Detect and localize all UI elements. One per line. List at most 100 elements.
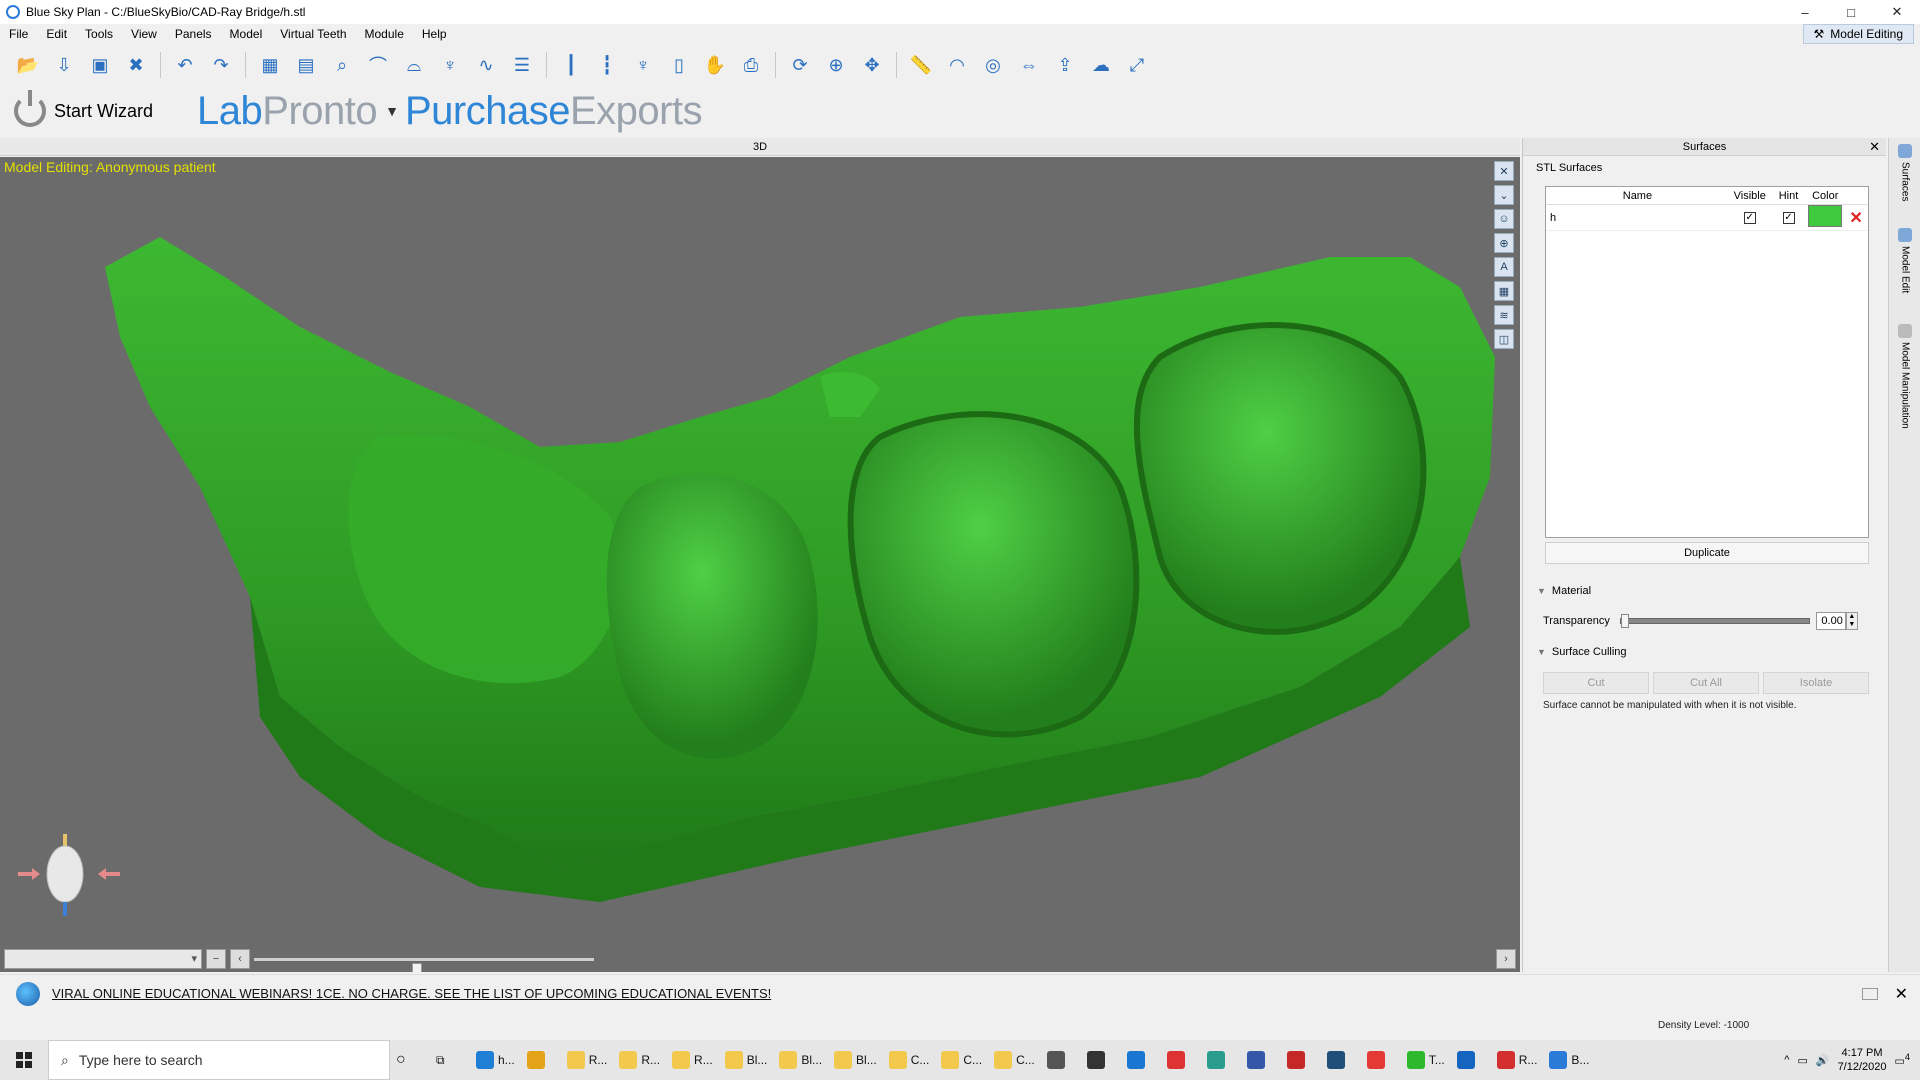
annotation-icon[interactable]: A [1494, 257, 1514, 277]
tooth-model-icon[interactable]: ♆ [627, 49, 659, 81]
taskbar-app-5[interactable]: Bl... [719, 1040, 774, 1080]
export-icon[interactable]: ⎙ [735, 49, 767, 81]
transparency-input[interactable]: 0.00 [1815, 612, 1846, 630]
undo-icon[interactable]: ↶ [169, 49, 201, 81]
taskbar-app-6[interactable]: Bl... [773, 1040, 828, 1080]
start-button[interactable] [0, 1040, 48, 1080]
face-view-icon[interactable]: ☺ [1494, 209, 1514, 229]
purchase-exports-logo[interactable]: PurchaseExports [405, 89, 703, 134]
upload-cloud-icon[interactable]: ⇪ [1049, 49, 1081, 81]
menu-help[interactable]: Help [413, 27, 456, 41]
notifications-icon[interactable]: ▭4 [1895, 1052, 1911, 1068]
grid-toggle-icon[interactable]: ▦ [1494, 281, 1514, 301]
taskbar-app-2[interactable]: R... [561, 1040, 614, 1080]
taskbar-app-14[interactable] [1161, 1040, 1201, 1080]
tray-chevron-icon[interactable]: ^ [1784, 1054, 1789, 1066]
task-view-icon[interactable]: ⧉ [430, 1040, 470, 1080]
menu-virtual-teeth[interactable]: Virtual Teeth [271, 27, 355, 41]
arch-icon[interactable]: ⌓ [398, 49, 430, 81]
transparency-slider-thumb[interactable] [1620, 614, 1629, 628]
news-link[interactable]: VIRAL ONLINE EDUCATIONAL WEBINARS! 1CE. … [52, 986, 771, 1001]
taskbar-app-22[interactable]: R... [1491, 1040, 1544, 1080]
collapse-triangle-icon[interactable]: ▼ [1537, 647, 1546, 657]
taskbar-app-3[interactable]: R... [613, 1040, 666, 1080]
screenshot-icon[interactable]: ◫ [1494, 329, 1514, 349]
taskbar-app-9[interactable]: C... [935, 1040, 988, 1080]
3d-viewport[interactable]: Model Editing: Anonymous patient ✕ ⌄ ☺ ⊕… [0, 157, 1520, 972]
save-icon[interactable]: ▣ [84, 49, 116, 81]
tab-model-edit[interactable]: Model Edit [1893, 228, 1917, 293]
delete-surface-icon[interactable]: ✕ [1849, 210, 1862, 227]
hint-checkbox[interactable]: ✓ [1782, 212, 1795, 224]
minus-button[interactable]: − [206, 949, 226, 969]
taskbar-app-0[interactable]: h... [470, 1040, 521, 1080]
color-swatch[interactable] [1808, 205, 1843, 227]
material-section[interactable]: ▼ Material [1537, 585, 1877, 597]
taskbar-app-13[interactable] [1121, 1040, 1161, 1080]
taskbar-app-19[interactable] [1361, 1040, 1401, 1080]
implant-2-icon[interactable]: ┇ [591, 49, 623, 81]
isolate-button[interactable]: Isolate [1763, 672, 1869, 694]
labpronto-dropdown-icon[interactable]: ▼ [385, 103, 399, 119]
curve-icon[interactable]: ⌒ [362, 49, 394, 81]
slice-slider-track[interactable] [254, 958, 594, 972]
taskbar-app-21[interactable] [1451, 1040, 1491, 1080]
crosshair-icon[interactable]: ⊕ [1494, 233, 1514, 253]
bottom-view-icon[interactable]: ⌄ [1494, 185, 1514, 205]
menu-module[interactable]: Module [356, 27, 413, 41]
rotate-icon[interactable]: ⟳ [784, 49, 816, 81]
grid-icon[interactable]: ▦ [254, 49, 286, 81]
scroll-left-button[interactable]: ‹ [230, 949, 250, 969]
taskbar-app-1[interactable] [521, 1040, 561, 1080]
cortana-icon[interactable]: ○ [390, 1040, 430, 1080]
ruler-icon[interactable]: 📏 [905, 49, 937, 81]
pan-icon[interactable]: ✥ [856, 49, 888, 81]
taskbar-app-23[interactable]: B... [1543, 1040, 1595, 1080]
layer-icon[interactable]: ≋ [1494, 305, 1514, 325]
cloud-icon[interactable]: ☁ [1085, 49, 1117, 81]
menu-tools[interactable]: Tools [76, 27, 122, 41]
zoom-search-icon[interactable]: ⌕ [326, 49, 358, 81]
hands-icon[interactable]: ✋ [699, 49, 731, 81]
start-wizard-button[interactable]: Start Wizard [14, 90, 153, 131]
open-icon[interactable]: 📂 [12, 49, 44, 81]
clock[interactable]: 4:17 PM 7/12/2020 [1838, 1046, 1887, 1074]
taskbar-app-16[interactable] [1241, 1040, 1281, 1080]
slice-slider-thumb[interactable] [412, 963, 423, 972]
mail-icon[interactable] [1862, 987, 1878, 1000]
close-button[interactable]: ✕ [1874, 0, 1920, 24]
network-icon[interactable]: ▭ [1797, 1054, 1807, 1067]
redo-icon[interactable]: ↷ [205, 49, 237, 81]
table-row[interactable]: h ✓ ✓ ✕ [1546, 205, 1868, 231]
close-panel-icon[interactable]: ✕ [1869, 138, 1880, 156]
surface-culling-section[interactable]: ▼ Surface Culling [1537, 646, 1877, 658]
menu-model[interactable]: Model [221, 27, 272, 41]
volume-icon[interactable]: 🔊 [1816, 1054, 1830, 1067]
spline-icon[interactable]: ∿ [470, 49, 502, 81]
panel-icon[interactable]: ▤ [290, 49, 322, 81]
duplicate-button[interactable]: Duplicate [1545, 542, 1869, 564]
menu-file[interactable]: File [0, 27, 37, 41]
taskbar-app-18[interactable] [1321, 1040, 1361, 1080]
maximize-button[interactable]: □ [1828, 0, 1874, 24]
reset-view-icon[interactable]: ✕ [1494, 161, 1514, 181]
surface-name[interactable]: h [1546, 212, 1729, 224]
transparency-spinner[interactable]: ▲ ▼ [1845, 612, 1858, 630]
taskbar-app-10[interactable]: C... [988, 1040, 1041, 1080]
menu-view[interactable]: View [122, 27, 166, 41]
menu-edit[interactable]: Edit [37, 27, 76, 41]
taskbar-app-7[interactable]: Bl... [828, 1040, 883, 1080]
taskbar-app-8[interactable]: C... [883, 1040, 936, 1080]
menu-panels[interactable]: Panels [166, 27, 221, 41]
implant-icon[interactable]: ┃ [555, 49, 587, 81]
expand-icon[interactable]: ⤢ [1121, 49, 1153, 81]
tooth-icon[interactable]: ♆ [434, 49, 466, 81]
transparency-slider[interactable] [1619, 614, 1810, 628]
ring-icon[interactable]: ◎ [977, 49, 1009, 81]
close-news-icon[interactable]: ✕ [1895, 984, 1908, 1004]
taskbar-app-12[interactable] [1081, 1040, 1121, 1080]
close-file-icon[interactable]: ✖ [120, 49, 152, 81]
tab-model-manipulation[interactable]: Model Manipulation [1893, 324, 1917, 429]
measure-icon[interactable]: ⇔ [1013, 49, 1045, 81]
minimize-button[interactable]: – [1782, 0, 1828, 24]
